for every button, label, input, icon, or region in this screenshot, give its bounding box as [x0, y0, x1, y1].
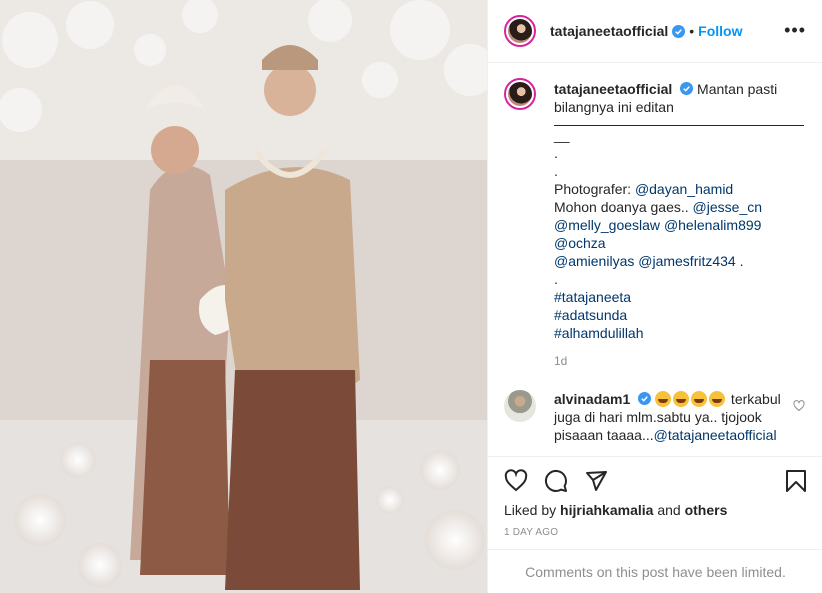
photographer-label: Photografer:: [554, 181, 635, 197]
commenter-username[interactable]: alvinadam1: [554, 391, 630, 407]
hashtag-link[interactable]: #adatsunda: [554, 306, 804, 324]
verified-badge-icon: [672, 24, 686, 38]
liked-by-others-link[interactable]: others: [685, 502, 728, 518]
author-username[interactable]: tatajaneeta​official: [550, 23, 668, 39]
share-button[interactable]: [584, 461, 624, 501]
photographer-mention-link[interactable]: @dayan_hamid: [635, 181, 733, 197]
mention-link[interactable]: @amienilyas: [554, 253, 634, 269]
hashtag-link[interactable]: #alhamdulillah: [554, 324, 804, 342]
mention-link[interactable]: @jamesfritz434: [638, 253, 735, 269]
mention-link[interactable]: @ochza: [554, 235, 606, 251]
more-icon[interactable]: •••: [784, 21, 806, 39]
save-button[interactable]: [767, 461, 807, 501]
post-actions: Liked by hijriahkamalia and others 1 DAY…: [488, 456, 822, 548]
caption-dot: .: [554, 271, 558, 287]
likes-prefix: Liked by: [504, 502, 561, 518]
comment-body: alvinadam1 terkabul juga di hari mlm.sab…: [554, 390, 784, 444]
comment-icon: [544, 469, 567, 492]
post-header: tatajaneeta​official • Follow •••: [488, 0, 822, 63]
verified-badge-icon: [680, 82, 694, 95]
comment-mention-link[interactable]: @tatajaneetaofficial: [654, 427, 777, 443]
comments-section: tatajaneeta​official Mantan pasti bilang…: [488, 64, 822, 456]
like-comment-heart-icon[interactable]: [793, 400, 805, 412]
wedding-photo-image: [0, 0, 487, 593]
rofl-emoji-icon: [673, 391, 690, 407]
caption-age[interactable]: 1d: [554, 352, 804, 370]
comment-item: alvinadam1 terkabul juga di hari mlm.sab…: [504, 390, 807, 444]
caption-username[interactable]: tatajaneeta​official: [554, 81, 672, 97]
caption-text-line: Mantan pasti: [697, 81, 778, 97]
caption-dot: .: [554, 163, 558, 179]
commenter-avatar[interactable]: [504, 390, 536, 422]
comments-limited-notice: Comments on this post have been limited.: [488, 549, 822, 593]
caption-body: tatajaneeta​official Mantan pasti bilang…: [554, 80, 804, 370]
comment-text-line: juga di hari mlm.sabtu ya.. tjojook: [554, 409, 762, 425]
post-photo[interactable]: [0, 0, 487, 593]
post-age[interactable]: 1 DAY AGO: [504, 527, 807, 538]
mention-link[interactable]: @jesse_cn: [693, 199, 762, 215]
comment-text: terkabul: [727, 391, 781, 407]
mention-link[interactable]: @melly_goeslaw: [554, 217, 660, 233]
likes-middle: and: [653, 502, 685, 518]
post-caption: tatajaneeta​official Mantan pasti bilang…: [504, 78, 807, 370]
hashtag-link[interactable]: #tatajaneeta: [554, 288, 804, 306]
action-icons: [504, 461, 807, 501]
instagram-post: tatajaneeta​official • Follow ••• tataja…: [0, 0, 822, 593]
post-sidebar: tatajaneeta​official • Follow ••• tataja…: [487, 0, 822, 593]
bookmark-icon: [786, 470, 806, 492]
caption-dot: .: [554, 145, 558, 161]
mention-link[interactable]: @helenalim899: [664, 217, 762, 233]
verified-badge-icon: [638, 392, 652, 405]
like-button[interactable]: [504, 461, 544, 501]
comment-text-line: pisaaan taaaa...: [554, 427, 654, 443]
follow-button[interactable]: Follow: [698, 23, 742, 39]
heart-icon: [504, 469, 528, 492]
prayer-text: Mohon doanya gaes..: [554, 199, 693, 215]
caption-text-line: bilangnya ini editan: [554, 99, 674, 115]
rofl-emoji-icon: [691, 391, 708, 407]
header-separator: •: [689, 23, 695, 39]
caption-dash-tail: __: [554, 127, 570, 143]
author-avatar[interactable]: [504, 15, 536, 47]
liked-by-user-link[interactable]: hijriahkamalia: [560, 502, 653, 518]
caption-avatar[interactable]: [504, 78, 536, 110]
comment-button[interactable]: [544, 461, 584, 501]
likes-summary: Liked by hijriahkamalia and others: [504, 501, 807, 519]
share-icon: [586, 471, 607, 491]
mention-end: .: [735, 253, 744, 269]
rofl-emoji-icon: [709, 391, 726, 407]
rofl-emoji-icon: [655, 391, 672, 407]
